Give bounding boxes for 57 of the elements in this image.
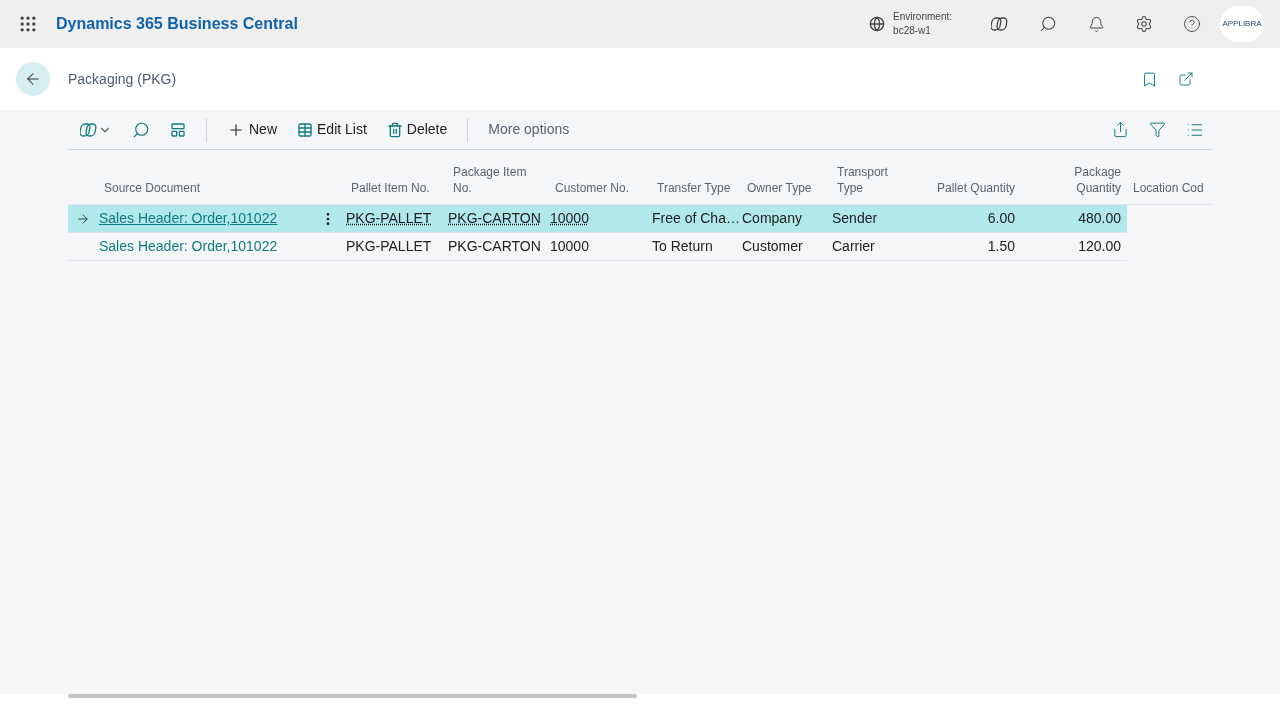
table-cell-text: 1.50 [987, 237, 1015, 256]
column-header[interactable]: Package Item No. [453, 164, 543, 196]
column-header[interactable]: Transport Type [837, 164, 905, 196]
user-avatar[interactable]: APPLIBRA [1220, 6, 1264, 42]
toolbar-action[interactable]: Edit List [297, 119, 367, 140]
table-row[interactable]: Sales Header: Order,101022 PKG-PALLET PKG-CARTON 10000 To Return Customer Carrier 1.50 120.00 [68, 233, 1127, 261]
table-cell-text: To Return [652, 237, 713, 256]
toolbar-action[interactable]: Delete [386, 119, 448, 140]
copilot-icon [991, 15, 1009, 33]
layout-button[interactable] [170, 121, 186, 138]
search-button[interactable] [132, 120, 150, 139]
toolbar-action[interactable]: New [227, 119, 277, 140]
help-icon [1183, 15, 1201, 33]
environment-label: Environment: [893, 10, 952, 24]
column-header[interactable]: Location Cod [1133, 180, 1204, 196]
table-cell-text: 10000 [550, 209, 589, 228]
table-cell-text: Free of Cha… [652, 209, 740, 228]
edit-list-icon [297, 121, 313, 138]
bell-icon [1087, 15, 1105, 33]
table-cell-text: Carrier [832, 237, 875, 256]
filter-button[interactable] [1149, 121, 1166, 138]
page-title: Packaging (PKG) [68, 69, 177, 89]
column-header[interactable]: Owner Type [747, 180, 812, 196]
bookmark-button[interactable] [1141, 70, 1158, 88]
table-cell-text: PKG-CARTON [448, 209, 541, 228]
environment-icon [869, 16, 886, 32]
column-header[interactable]: Source Document [104, 180, 201, 196]
more-options-button[interactable]: More options [488, 119, 570, 140]
column-header[interactable]: Pallet Quantity [936, 180, 1015, 196]
share-button[interactable] [1112, 121, 1129, 138]
settings-icon [1135, 15, 1153, 33]
search-icon [1039, 15, 1057, 33]
copilot-menu-button[interactable] [80, 120, 112, 139]
table-cell-text: PKG-PALLET [346, 237, 432, 256]
column-header[interactable]: Transfer Type [657, 180, 731, 196]
source-document-link[interactable]: Sales Header: Order,101022 [99, 236, 278, 257]
table-cell-text: 6.00 [987, 209, 1015, 228]
environment-value: bc28-w1 [893, 24, 932, 38]
table-cell-text: 120.00 [1078, 237, 1121, 256]
table-cell-text: Company [742, 209, 802, 228]
back-button[interactable] [16, 62, 50, 96]
table-row[interactable]: Sales Header: Order,101022 PKG-PALLET PKG-CARTON 10000 Free of Cha…Company Sender 6.00 480.00 [68, 205, 1127, 233]
app-title[interactable]: Dynamics 365 Business Central [56, 12, 298, 36]
open-new-window-button[interactable] [1178, 71, 1194, 87]
table-cell-text: Sender [832, 209, 878, 228]
copilot-icon [80, 120, 98, 139]
column-header[interactable]: Customer No. [555, 180, 630, 196]
column-header[interactable]: Pallet Item No. [351, 180, 430, 196]
table-cell-text: 10000 [550, 237, 589, 256]
trash-icon [386, 121, 403, 138]
table-cell-text: Customer [742, 237, 803, 256]
column-header[interactable]: Package Quantity [1027, 164, 1121, 196]
table-cell-text: 480.00 [1078, 209, 1121, 228]
horizontal-scrollbar[interactable] [68, 694, 637, 698]
table-cell-text: PKG-CARTON [448, 237, 541, 256]
source-document-link[interactable]: Sales Header: Order,101022 [99, 208, 278, 229]
table-cell-text: PKG-PALLET [346, 209, 432, 228]
